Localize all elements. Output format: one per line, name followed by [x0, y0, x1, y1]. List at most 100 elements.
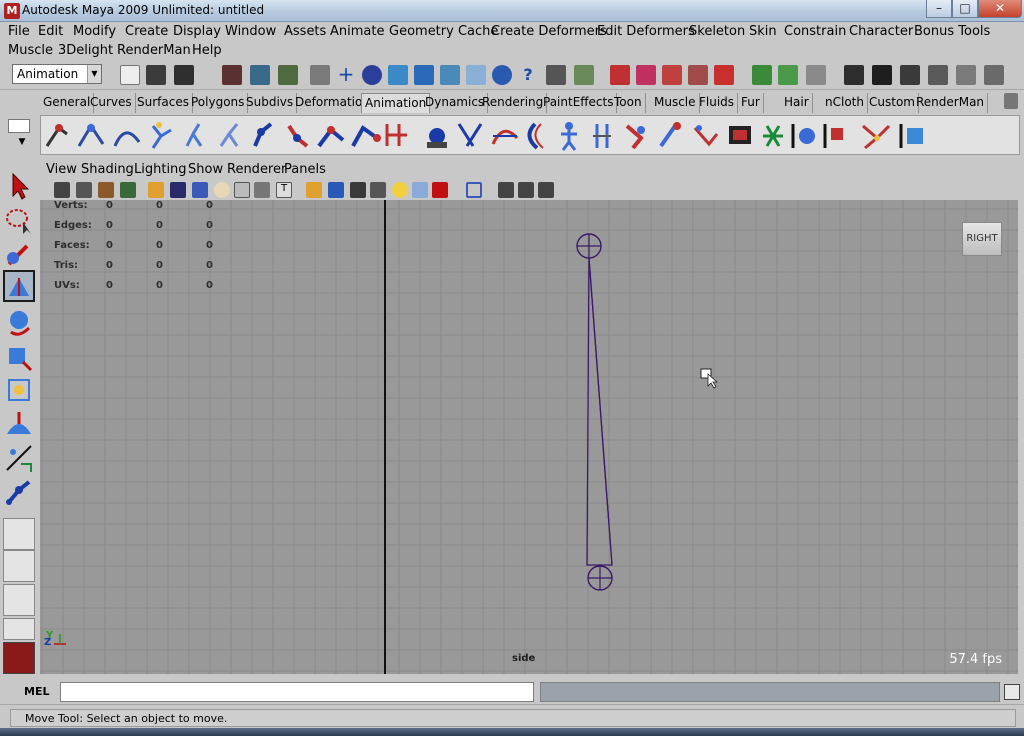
- select-hierarchy-icon[interactable]: [222, 65, 242, 85]
- shadows-icon[interactable]: [412, 182, 428, 198]
- select-handles-icon[interactable]: +: [336, 64, 356, 85]
- field-chart-icon[interactable]: [234, 182, 250, 198]
- smooth-shade-icon[interactable]: [328, 182, 344, 198]
- snap-grid-icon[interactable]: [610, 65, 630, 85]
- shelf-menu[interactable]: ▼: [8, 119, 36, 153]
- isolate-select-icon[interactable]: [466, 182, 482, 198]
- menu-3delight[interactable]: 3Delight: [58, 43, 113, 58]
- select-tool[interactable]: [3, 170, 35, 202]
- camera-icon[interactable]: [54, 182, 70, 198]
- render-frame-icon[interactable]: [872, 65, 892, 85]
- lasso-tool[interactable]: [3, 204, 35, 236]
- menu-skin[interactable]: Skin: [749, 24, 777, 39]
- select-surfaces-icon[interactable]: [414, 65, 434, 85]
- menu-file[interactable]: File: [8, 24, 30, 39]
- tab-polygons[interactable]: Polygons: [188, 93, 249, 113]
- safe-title-icon[interactable]: T: [276, 182, 292, 198]
- tab-fur[interactable]: Fur: [738, 93, 764, 113]
- new-scene-icon[interactable]: [120, 65, 140, 85]
- menu-lighting[interactable]: Lighting: [134, 162, 187, 177]
- snap-point-icon[interactable]: [662, 65, 682, 85]
- menu-edit[interactable]: Edit: [38, 24, 63, 39]
- select-curves-icon[interactable]: [388, 65, 408, 85]
- render-settings-icon[interactable]: [928, 65, 948, 85]
- input-ops-icon[interactable]: [752, 65, 772, 85]
- menu-edit-deformers[interactable]: Edit Deformers: [597, 24, 695, 39]
- menu-assets[interactable]: Assets: [284, 24, 326, 39]
- menu-window[interactable]: Window: [225, 24, 276, 39]
- tab-hair[interactable]: Hair: [781, 93, 813, 113]
- maximize-button[interactable]: □: [952, 0, 978, 18]
- menu-muscle[interactable]: Muscle: [8, 43, 53, 58]
- grid-toggle-icon[interactable]: [148, 182, 164, 198]
- select-dynamics-icon[interactable]: [466, 65, 486, 85]
- bookmark-icon[interactable]: [98, 182, 114, 198]
- tab-fluids[interactable]: Fluids: [696, 93, 739, 113]
- single-perspective-layout-icon[interactable]: [3, 518, 35, 550]
- end-joint[interactable]: [587, 565, 613, 591]
- select-rendering-icon[interactable]: [492, 65, 512, 85]
- menu-skeleton[interactable]: Skeleton: [689, 24, 745, 39]
- menu-renderman[interactable]: RenderMan: [117, 43, 191, 58]
- outliner-layout-icon[interactable]: [3, 584, 35, 616]
- tab-custom[interactable]: Custom: [866, 93, 919, 113]
- wireframe-icon[interactable]: [306, 182, 322, 198]
- textured-icon[interactable]: [370, 182, 386, 198]
- universal-manipulator-tool[interactable]: [3, 374, 35, 406]
- lights-icon[interactable]: [392, 182, 408, 198]
- maya-icon[interactable]: M: [4, 3, 20, 19]
- tab-renderman[interactable]: RenderMan: [913, 93, 989, 113]
- snap-view-plane-icon[interactable]: [688, 65, 708, 85]
- flat-shade-icon[interactable]: [350, 182, 366, 198]
- resolution-gate-icon[interactable]: [192, 182, 208, 198]
- camera-attributes-icon[interactable]: [76, 182, 92, 198]
- menu-animate[interactable]: Animate: [330, 24, 384, 39]
- select-deformers-icon[interactable]: [440, 65, 460, 85]
- tab-subdivs[interactable]: Subdivs: [243, 93, 298, 113]
- menu-help[interactable]: Help: [192, 43, 222, 58]
- tab-rendering[interactable]: Rendering: [479, 93, 548, 113]
- soft-modification-tool[interactable]: [3, 408, 35, 440]
- close-button[interactable]: ✕: [978, 0, 1022, 18]
- mel-label[interactable]: MEL: [24, 685, 49, 698]
- menu-create-deformers[interactable]: Create Deformers: [491, 24, 607, 39]
- open-scene-icon[interactable]: [146, 65, 166, 85]
- menu-view[interactable]: View: [46, 162, 77, 177]
- xray-components-icon[interactable]: [538, 182, 554, 198]
- shelf-editor-icon[interactable]: [8, 119, 30, 133]
- film-gate-icon[interactable]: [170, 182, 186, 198]
- xray-icon[interactable]: [498, 182, 514, 198]
- last-tool-used[interactable]: [3, 476, 35, 508]
- paint-select-tool[interactable]: [3, 238, 35, 270]
- menu-display[interactable]: Display: [173, 24, 221, 39]
- joint-chain[interactable]: [40, 200, 1018, 674]
- menu-bonus-tools[interactable]: Bonus Tools: [914, 24, 990, 39]
- menu-panels[interactable]: Panels: [284, 162, 326, 177]
- menu-modify[interactable]: Modify: [73, 24, 116, 39]
- output-ops-icon[interactable]: [778, 65, 798, 85]
- tab-animation[interactable]: Animation: [361, 93, 431, 113]
- chevron-down-icon[interactable]: ▼: [8, 137, 36, 147]
- lock-selection-icon[interactable]: [546, 65, 566, 85]
- menu-set-dropdown[interactable]: Animation ▼: [12, 64, 102, 84]
- image-plane-icon[interactable]: [120, 182, 136, 198]
- tab-ncloth[interactable]: nCloth: [822, 93, 868, 113]
- script-editor-icon[interactable]: [1004, 684, 1020, 700]
- menu-renderer[interactable]: Renderer: [227, 162, 286, 177]
- graph-layout-icon[interactable]: [3, 618, 35, 640]
- menu-character[interactable]: Character: [849, 24, 913, 39]
- menu-create[interactable]: Create: [125, 24, 168, 39]
- four-view-layout-icon[interactable]: [3, 550, 35, 582]
- tab-toon[interactable]: Toon: [611, 93, 646, 113]
- tab-curves[interactable]: Curves: [87, 93, 136, 113]
- select-object-icon[interactable]: [250, 65, 270, 85]
- show-manipulator-tool[interactable]: [3, 442, 35, 474]
- construction-history-icon[interactable]: [806, 65, 826, 85]
- minimize-button[interactable]: –: [926, 0, 952, 18]
- side-viewport[interactable]: Verts: 0 0 0 Edges: 0 0 0 Faces: 0 0 0 T…: [40, 200, 1018, 674]
- attribute-editor-icon[interactable]: [984, 65, 1004, 85]
- mask-menu-icon[interactable]: [310, 65, 330, 85]
- menu-show[interactable]: Show: [188, 162, 223, 177]
- menu-constrain[interactable]: Constrain: [784, 24, 846, 39]
- menu-shading[interactable]: Shading: [81, 162, 134, 177]
